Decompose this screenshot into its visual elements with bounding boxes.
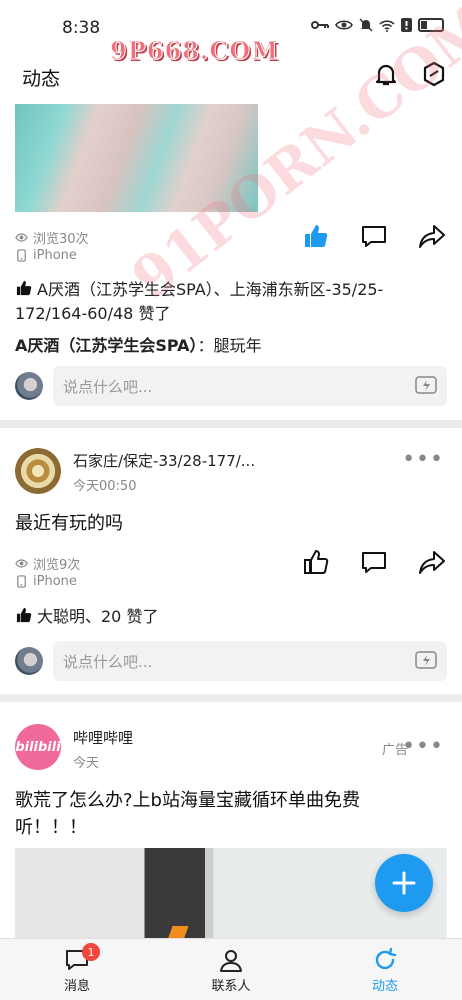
phone-icon bbox=[17, 575, 26, 588]
divider bbox=[0, 694, 462, 702]
comment-input[interactable]: 说点什么吧... bbox=[53, 641, 447, 681]
comment-author[interactable]: A厌酒（江苏学生会SPA） bbox=[15, 336, 198, 355]
like-icon[interactable] bbox=[302, 548, 330, 576]
eye-icon bbox=[335, 20, 353, 30]
likes-line: A厌酒（江苏学生会SPA）、上海浦东新区-35/25-172/164-60/48… bbox=[15, 278, 447, 326]
bell-icon[interactable] bbox=[372, 60, 400, 88]
likes-text[interactable]: A厌酒（江苏学生会SPA）、上海浦东新区-35/25-172/164-60/48… bbox=[15, 280, 383, 323]
comment-box: 说点什么吧... bbox=[15, 641, 447, 681]
tab-bar: 1 消息 联系人 动态 bbox=[0, 938, 462, 1000]
alert-icon bbox=[401, 18, 412, 32]
comment-input[interactable]: 说点什么吧... bbox=[53, 366, 447, 406]
post-device: iPhone bbox=[15, 248, 77, 263]
eye-icon bbox=[15, 559, 28, 568]
post-time: 今天 bbox=[73, 756, 100, 771]
post-views: 浏览9次 bbox=[15, 554, 80, 573]
thumb-up-icon bbox=[16, 607, 32, 623]
flash-icon[interactable] bbox=[415, 651, 437, 671]
device-label: iPhone bbox=[33, 248, 77, 263]
post-views: 浏览30次 bbox=[15, 228, 89, 247]
like-icon[interactable] bbox=[302, 222, 330, 250]
status-time: 8:38 bbox=[62, 18, 101, 38]
tab-label: 联系人 bbox=[211, 979, 251, 994]
avatar[interactable] bbox=[15, 372, 43, 400]
author-avatar[interactable] bbox=[15, 448, 61, 494]
share-icon[interactable] bbox=[418, 222, 446, 250]
mute-icon bbox=[359, 18, 373, 32]
post-image[interactable] bbox=[15, 104, 258, 212]
phone-icon bbox=[17, 249, 26, 262]
add-post-button[interactable] bbox=[375, 854, 433, 912]
status-icons bbox=[311, 18, 444, 32]
key-icon bbox=[311, 21, 329, 29]
avatar[interactable] bbox=[15, 647, 43, 675]
comment-icon[interactable] bbox=[360, 548, 388, 576]
comment-placeholder: 说点什么吧... bbox=[63, 652, 153, 671]
header-actions bbox=[372, 60, 448, 88]
post-actions bbox=[302, 548, 446, 576]
post-time: 今天00:50 bbox=[73, 479, 137, 494]
refresh-icon bbox=[375, 947, 397, 970]
post-text[interactable]: 歌荒了怎么办?上b站海量宝藏循环单曲免费听！！！ bbox=[15, 787, 405, 841]
comment-box: 说点什么吧... bbox=[15, 366, 447, 406]
share-icon[interactable] bbox=[418, 548, 446, 576]
post-actions bbox=[302, 222, 446, 250]
divider bbox=[0, 420, 462, 428]
eye-icon bbox=[15, 233, 28, 242]
author-name[interactable]: 石家庄/保定-33/28-177/... bbox=[73, 450, 255, 471]
app-header: 动态 bbox=[0, 50, 462, 100]
post-device: iPhone bbox=[15, 574, 77, 589]
flash-icon[interactable] bbox=[415, 376, 437, 396]
comment-icon[interactable] bbox=[360, 222, 388, 250]
unread-badge: 1 bbox=[82, 943, 100, 961]
comment-placeholder: 说点什么吧... bbox=[63, 377, 153, 396]
contact-icon bbox=[220, 950, 242, 972]
battery-icon bbox=[418, 18, 444, 32]
tab-label: 动态 bbox=[371, 979, 398, 994]
likes-line: 大聪明、20 赞了 bbox=[15, 605, 447, 629]
more-icon[interactable]: ••• bbox=[402, 734, 444, 759]
more-icon[interactable]: ••• bbox=[402, 447, 444, 472]
wifi-icon bbox=[379, 19, 395, 32]
plus-icon bbox=[392, 871, 416, 895]
likes-text[interactable]: 大聪明、20 赞了 bbox=[37, 607, 158, 626]
views-count: 浏览9次 bbox=[33, 558, 81, 573]
thumb-up-icon bbox=[16, 280, 32, 296]
hexagon-icon[interactable] bbox=[420, 60, 448, 88]
page-title: 动态 bbox=[22, 68, 61, 90]
tab-messages[interactable]: 1 消息 bbox=[0, 939, 154, 1000]
comment-line: A厌酒（江苏学生会SPA）：腿玩年 bbox=[15, 332, 262, 356]
tab-label: 消息 bbox=[63, 979, 90, 994]
post-text: 最近有玩的吗 bbox=[15, 513, 123, 534]
views-count: 浏览30次 bbox=[33, 232, 89, 247]
author-name[interactable]: 哔哩哔哩 bbox=[73, 727, 133, 748]
tab-moments[interactable]: 动态 bbox=[308, 939, 462, 1000]
author-avatar[interactable]: bilibili bbox=[15, 724, 61, 770]
comment-text: ：腿玩年 bbox=[197, 336, 262, 355]
tab-contacts[interactable]: 联系人 bbox=[154, 939, 308, 1000]
device-label: iPhone bbox=[33, 574, 77, 589]
